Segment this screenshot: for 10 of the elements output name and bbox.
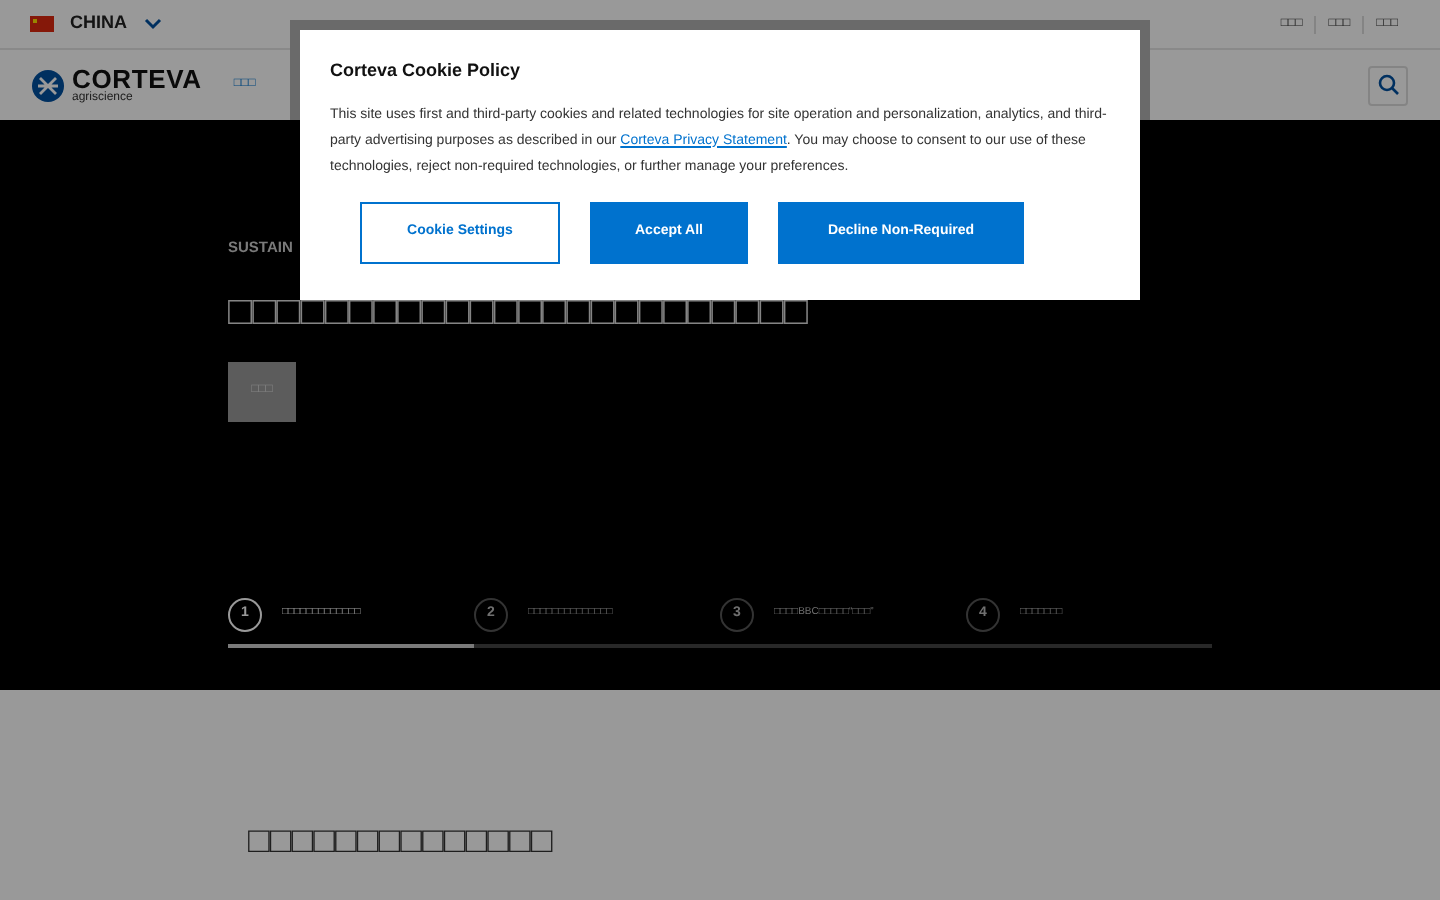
logo-icon [30,67,66,103]
search-icon [1377,74,1399,96]
dialog-title: Corteva Cookie Policy [330,58,523,84]
section-title: □□□□□□□□□□□□□□ [248,818,555,864]
flag-icon [30,16,54,32]
region-selector[interactable]: CHINA [70,10,127,38]
chevron-down-icon[interactable] [143,18,161,30]
search-button[interactable] [1368,65,1408,105]
hero-title: □□□□□□□□□□□□□□□□□□□□□□□□ [228,287,810,337]
logo-name: CORTEVA [72,66,202,92]
